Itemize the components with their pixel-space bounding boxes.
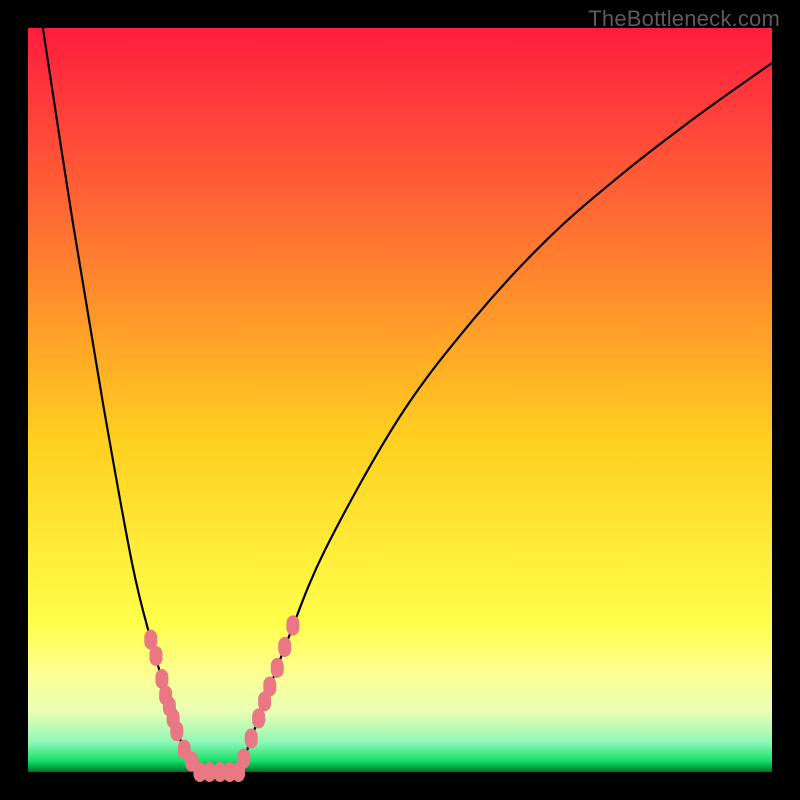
watermark-text: TheBottleneck.com <box>588 6 780 32</box>
marker-dot <box>271 658 284 678</box>
curve-markers <box>144 615 299 782</box>
marker-dot <box>237 749 250 769</box>
outer-frame: TheBottleneck.com <box>0 0 800 800</box>
marker-dot <box>263 676 276 696</box>
marker-dot <box>252 708 265 728</box>
marker-dot <box>286 615 299 635</box>
plot-area <box>28 28 772 772</box>
marker-dot <box>245 729 258 749</box>
curve-svg <box>28 28 772 772</box>
marker-dot <box>278 637 291 657</box>
marker-dot <box>149 646 162 666</box>
marker-dot <box>170 721 183 741</box>
